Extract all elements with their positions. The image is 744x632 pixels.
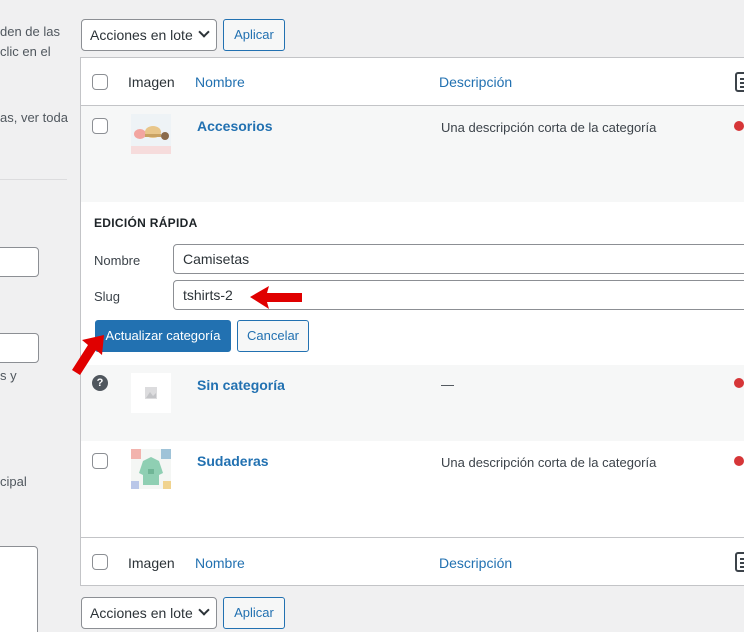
chevron-down-icon: [198, 604, 210, 616]
table-row: Sudaderas Una descripción corta de la ca…: [81, 441, 744, 537]
table-header: Imagen Nombre Descripción: [81, 58, 744, 106]
category-name-link[interactable]: Sudaderas: [197, 451, 269, 471]
bulk-actions-value: Acciones en lote: [90, 605, 193, 621]
column-header-image: Imagen: [128, 74, 175, 90]
column-footer-image: Imagen: [128, 555, 175, 571]
left-help-text-2: clic en el: [0, 44, 51, 59]
chevron-down-icon: [198, 26, 210, 38]
categories-table: Imagen Nombre Descripción Accesorios Una…: [80, 57, 744, 586]
category-name-link[interactable]: Sin categoría: [197, 375, 285, 395]
hoodies-image-icon: [131, 449, 171, 489]
column-footer-name[interactable]: Nombre: [195, 553, 245, 573]
row-checkbox[interactable]: [92, 118, 108, 134]
quick-edit-panel: EDICIÓN RÁPIDA Nombre Camisetas Slug tsh…: [81, 202, 744, 365]
left-description-textarea[interactable]: [0, 546, 38, 632]
row-checkbox[interactable]: [92, 453, 108, 469]
left-help-text-3: as, ver toda: [0, 110, 68, 125]
left-help-text-4: s y: [0, 368, 17, 383]
update-category-button[interactable]: Actualizar categoría: [95, 320, 231, 352]
table-row: ? Sin categoría —: [81, 365, 744, 441]
status-dot: [734, 378, 744, 388]
category-description: Una descripción corta de la categoría: [441, 455, 657, 470]
select-all-checkbox[interactable]: [92, 74, 108, 90]
quick-edit-name-label: Nombre: [94, 253, 141, 268]
accessories-image-icon: [131, 114, 171, 154]
apply-button-bottom[interactable]: Aplicar: [223, 597, 285, 629]
quick-edit-title: EDICIÓN RÁPIDA: [94, 216, 198, 230]
bulk-actions-select-bottom[interactable]: Acciones en lote: [81, 597, 217, 629]
left-slug-input[interactable]: [0, 333, 39, 363]
left-help-text-5: cipal: [0, 474, 27, 489]
left-name-input[interactable]: [0, 247, 39, 277]
slug-annotation-arrow-icon: [250, 286, 302, 309]
status-dot: [734, 456, 744, 466]
count-column-icon[interactable]: [735, 552, 744, 572]
category-name-link[interactable]: Accesorios: [197, 116, 272, 136]
table-row: Accesorios Una descripción corta de la c…: [81, 106, 744, 202]
column-footer-description[interactable]: Descripción: [439, 553, 512, 573]
update-annotation-arrow-icon: [72, 335, 104, 375]
left-divider: [0, 179, 67, 180]
bulk-actions-value: Acciones en lote: [90, 27, 193, 43]
quick-edit-name-input[interactable]: Camisetas: [173, 244, 744, 274]
category-description: Una descripción corta de la categoría: [441, 120, 657, 135]
cancel-button[interactable]: Cancelar: [237, 320, 309, 352]
table-footer: Imagen Nombre Descripción: [81, 537, 744, 585]
status-dot: [734, 121, 744, 131]
category-description: —: [441, 377, 454, 392]
column-header-description[interactable]: Descripción: [439, 72, 512, 92]
bulk-actions-select-top[interactable]: Acciones en lote: [81, 19, 217, 51]
quick-edit-slug-label: Slug: [94, 289, 121, 304]
count-column-icon[interactable]: [735, 72, 744, 92]
category-thumbnail[interactable]: [131, 114, 171, 154]
column-header-name[interactable]: Nombre: [195, 72, 245, 92]
left-help-text-1: den de las: [0, 24, 60, 39]
select-all-checkbox-footer[interactable]: [92, 554, 108, 570]
placeholder-image-icon: [131, 373, 171, 413]
category-thumbnail[interactable]: [131, 449, 171, 489]
apply-button-top[interactable]: Aplicar: [223, 19, 285, 51]
category-thumbnail[interactable]: [131, 373, 171, 413]
